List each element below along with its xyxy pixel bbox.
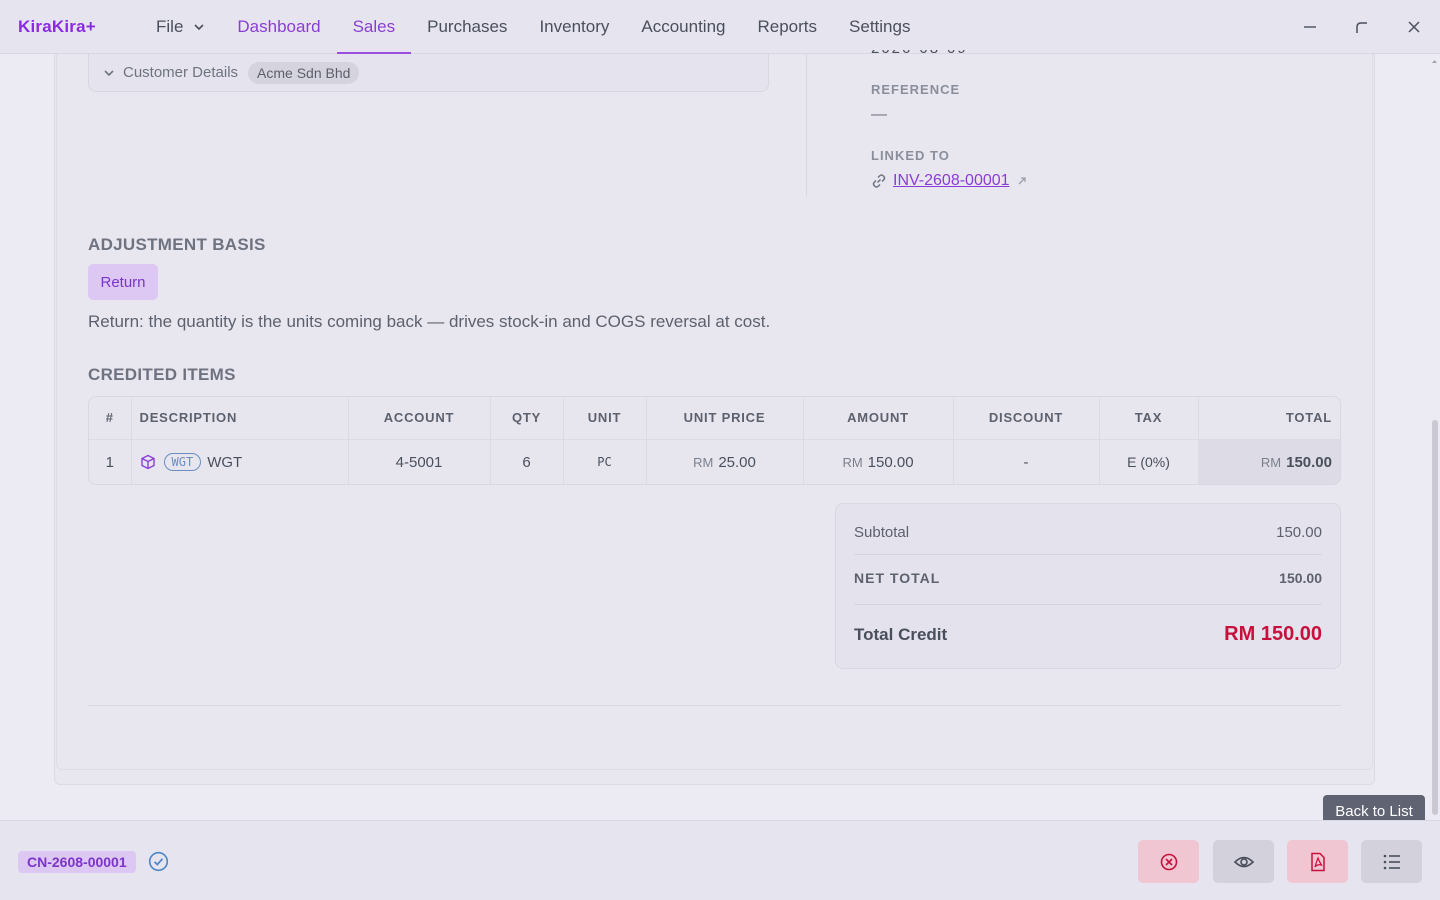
row-total: RM 150.00 (1198, 439, 1340, 484)
total-credit-row: Total Credit RM 150.00 (854, 623, 1322, 646)
total-value: 150.00 (1286, 453, 1332, 471)
totals-divider (854, 604, 1322, 605)
nav-accounting[interactable]: Accounting (625, 0, 741, 54)
row-unit: PC (563, 439, 647, 484)
close-icon (1408, 21, 1420, 33)
menu-file[interactable]: File (140, 0, 221, 54)
customer-details-label: Customer Details (123, 64, 239, 81)
row-tax: E (0%) (1099, 439, 1199, 484)
document-number-badge: CN-2608-00001 (18, 851, 136, 873)
row-qty: 6 (490, 439, 564, 484)
table-row[interactable]: 1 WGT WGT 4-5001 6 PC RM25.00 RM150.00 (89, 439, 1340, 484)
col-account: ACCOUNT (348, 397, 491, 440)
list-icon (1383, 854, 1400, 869)
credited-items-table: # DESCRIPTION ACCOUNT QTY UNIT UNIT PRIC… (88, 396, 1341, 485)
scrollbar-thumb[interactable] (1432, 420, 1438, 815)
package-icon (140, 454, 155, 470)
chevron-down-icon (104, 69, 114, 76)
sku-badge: WGT (163, 453, 202, 472)
row-number: 1 (89, 439, 132, 484)
external-link-icon (1018, 177, 1026, 185)
row-discount: - (953, 439, 1100, 484)
nav-settings[interactable]: Settings (833, 0, 926, 54)
row-description: WGT WGT (131, 439, 349, 484)
col-unit: UNIT (563, 397, 647, 440)
net-total-row: NET TOTAL 150.00 (854, 570, 1322, 586)
linked-to-label: LINKED TO (871, 148, 950, 163)
col-qty: QTY (490, 397, 564, 440)
customer-details-toggle[interactable]: Customer Details Acme Sdn Bhd (88, 54, 769, 92)
subtotal-label: Subtotal (854, 524, 910, 541)
col-description: DESCRIPTION (131, 397, 349, 440)
col-number: # (89, 397, 132, 440)
pdf-file-icon (1310, 852, 1325, 871)
cancel-circle-icon (1160, 853, 1177, 870)
nav-sales[interactable]: Sales (336, 0, 412, 54)
restore-button[interactable] (1336, 0, 1388, 54)
menu-file-label: File (156, 17, 184, 36)
chevron-down-icon (194, 24, 204, 31)
totals-panel: Subtotal 150.00 NET TOTAL 150.00 Total C… (835, 503, 1341, 669)
action-footer: CN-2608-00001 (0, 820, 1440, 900)
restore-icon (1356, 22, 1367, 33)
link-icon (872, 174, 886, 188)
reference-value: — (871, 106, 887, 123)
adjustment-description: Return: the quantity is the units coming… (88, 312, 771, 331)
col-unit-price: UNIT PRICE (646, 397, 804, 440)
reference-label: REFERENCE (871, 82, 961, 97)
subtotal-value: 150.00 (1276, 524, 1322, 541)
adjustment-basis-title: ADJUSTMENT BASIS (88, 235, 266, 254)
col-discount: DISCOUNT (953, 397, 1100, 440)
scroll-up-icon (1432, 60, 1437, 63)
row-unit-price: RM 25.00 (646, 439, 804, 484)
currency-label: RM (693, 454, 714, 470)
void-button[interactable] (1138, 840, 1199, 883)
row-account: 4-5001 (348, 439, 491, 484)
nav-purchases[interactable]: Purchases (411, 0, 523, 54)
credited-items-title: CREDITED ITEMS (88, 365, 236, 384)
minimize-icon (1304, 26, 1316, 28)
unit-price-value: 25.00 (718, 453, 756, 471)
top-bar: KiraKira+ File Dashboard Sales Purchases… (0, 0, 1440, 54)
back-to-list-button[interactable] (1361, 840, 1422, 883)
item-name: WGT (207, 453, 243, 471)
row-amount: RM 150.00 (803, 439, 954, 484)
app-logo: KiraKira+ (18, 17, 96, 36)
currency-label: RM (1260, 454, 1282, 470)
currency-label: RM (842, 454, 863, 470)
verified-check-icon (148, 851, 169, 872)
export-pdf-button[interactable] (1287, 840, 1348, 883)
totals-divider (854, 554, 1322, 555)
close-button[interactable] (1388, 0, 1440, 54)
amount-value: 150.00 (867, 453, 914, 471)
nav-reports[interactable]: Reports (742, 0, 834, 54)
return-basis-button[interactable]: Return (88, 264, 158, 300)
col-tax: TAX (1099, 397, 1199, 440)
eye-icon (1233, 856, 1254, 867)
window-controls (1284, 0, 1440, 54)
nav-inventory[interactable]: Inventory (523, 0, 625, 54)
linked-invoice-link[interactable]: INV-2608-00001 (893, 172, 1010, 190)
net-total-value: 150.00 (1279, 570, 1322, 586)
customer-name-chip: Acme Sdn Bhd (248, 61, 360, 84)
total-credit-value: RM 150.00 (1224, 623, 1322, 645)
table-header-row: # DESCRIPTION ACCOUNT QTY UNIT UNIT PRIC… (89, 397, 1340, 440)
subtotal-row: Subtotal 150.00 (854, 524, 1322, 541)
section-divider (88, 705, 1341, 706)
minimize-button[interactable] (1284, 0, 1336, 54)
main-nav: File Dashboard Sales Purchases Inventory… (140, 0, 926, 54)
net-total-label: NET TOTAL (854, 570, 941, 586)
col-amount: AMOUNT (803, 397, 954, 440)
total-credit-label: Total Credit (854, 624, 948, 644)
col-total: TOTAL (1198, 397, 1340, 440)
column-divider (806, 54, 807, 196)
preview-button[interactable] (1213, 840, 1274, 883)
nav-dashboard[interactable]: Dashboard (221, 0, 336, 54)
linked-document: INV-2608-00001 (871, 172, 1028, 190)
